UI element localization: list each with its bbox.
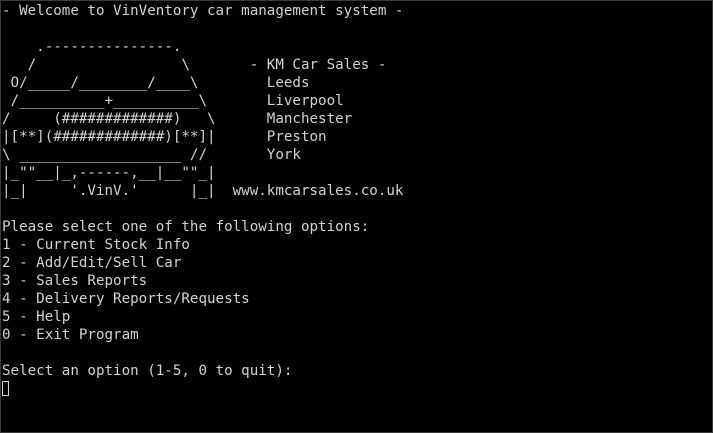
ascii-car-art-line: .---------------. — [2, 39, 182, 55]
terminal-window[interactable]: - Welcome to VinVentory car management s… — [0, 0, 713, 433]
menu-option-help: 5 - Help — [2, 309, 71, 325]
ascii-car-art-line-location-leeds: O/_____/________/____\ Leeds — [2, 75, 310, 91]
ascii-car-art-line-location-york: \ ___________________ // York — [2, 147, 301, 163]
menu-prompt: Please select one of the following optio… — [2, 219, 370, 235]
input-prompt: Select an option (1-5, 0 to quit): — [2, 363, 293, 379]
ascii-car-art-line-company-title: / \ - KM Car Sales - — [2, 57, 387, 73]
welcome-banner: - Welcome to VinVentory car management s… — [2, 3, 404, 19]
menu-option-delivery-reports: 4 - Delivery Reports/Requests — [2, 291, 250, 307]
ascii-car-art-line-location-manchester: / (#############) \ Manchester — [2, 111, 353, 127]
menu-option-add-edit-sell: 2 - Add/Edit/Sell Car — [2, 255, 182, 271]
text-cursor[interactable] — [2, 381, 9, 396]
menu-option-exit: 0 - Exit Program — [2, 327, 139, 343]
menu-option-sales-reports: 3 - Sales Reports — [2, 273, 148, 289]
input-line[interactable] — [2, 380, 713, 398]
ascii-car-art-line-location-liverpool: /__________+__________\ Liverpool — [2, 93, 344, 109]
menu-option-current-stock: 1 - Current Stock Info — [2, 237, 190, 253]
ascii-car-art-line-location-preston: |[**](#############)[**]| Preston — [2, 129, 327, 145]
ascii-car-art-line-website: |_| '.VinV.' |_| www.kmcarsales.co.uk — [2, 183, 404, 199]
ascii-car-art-line: |_""__|_,------,__|__""_| — [2, 165, 216, 181]
